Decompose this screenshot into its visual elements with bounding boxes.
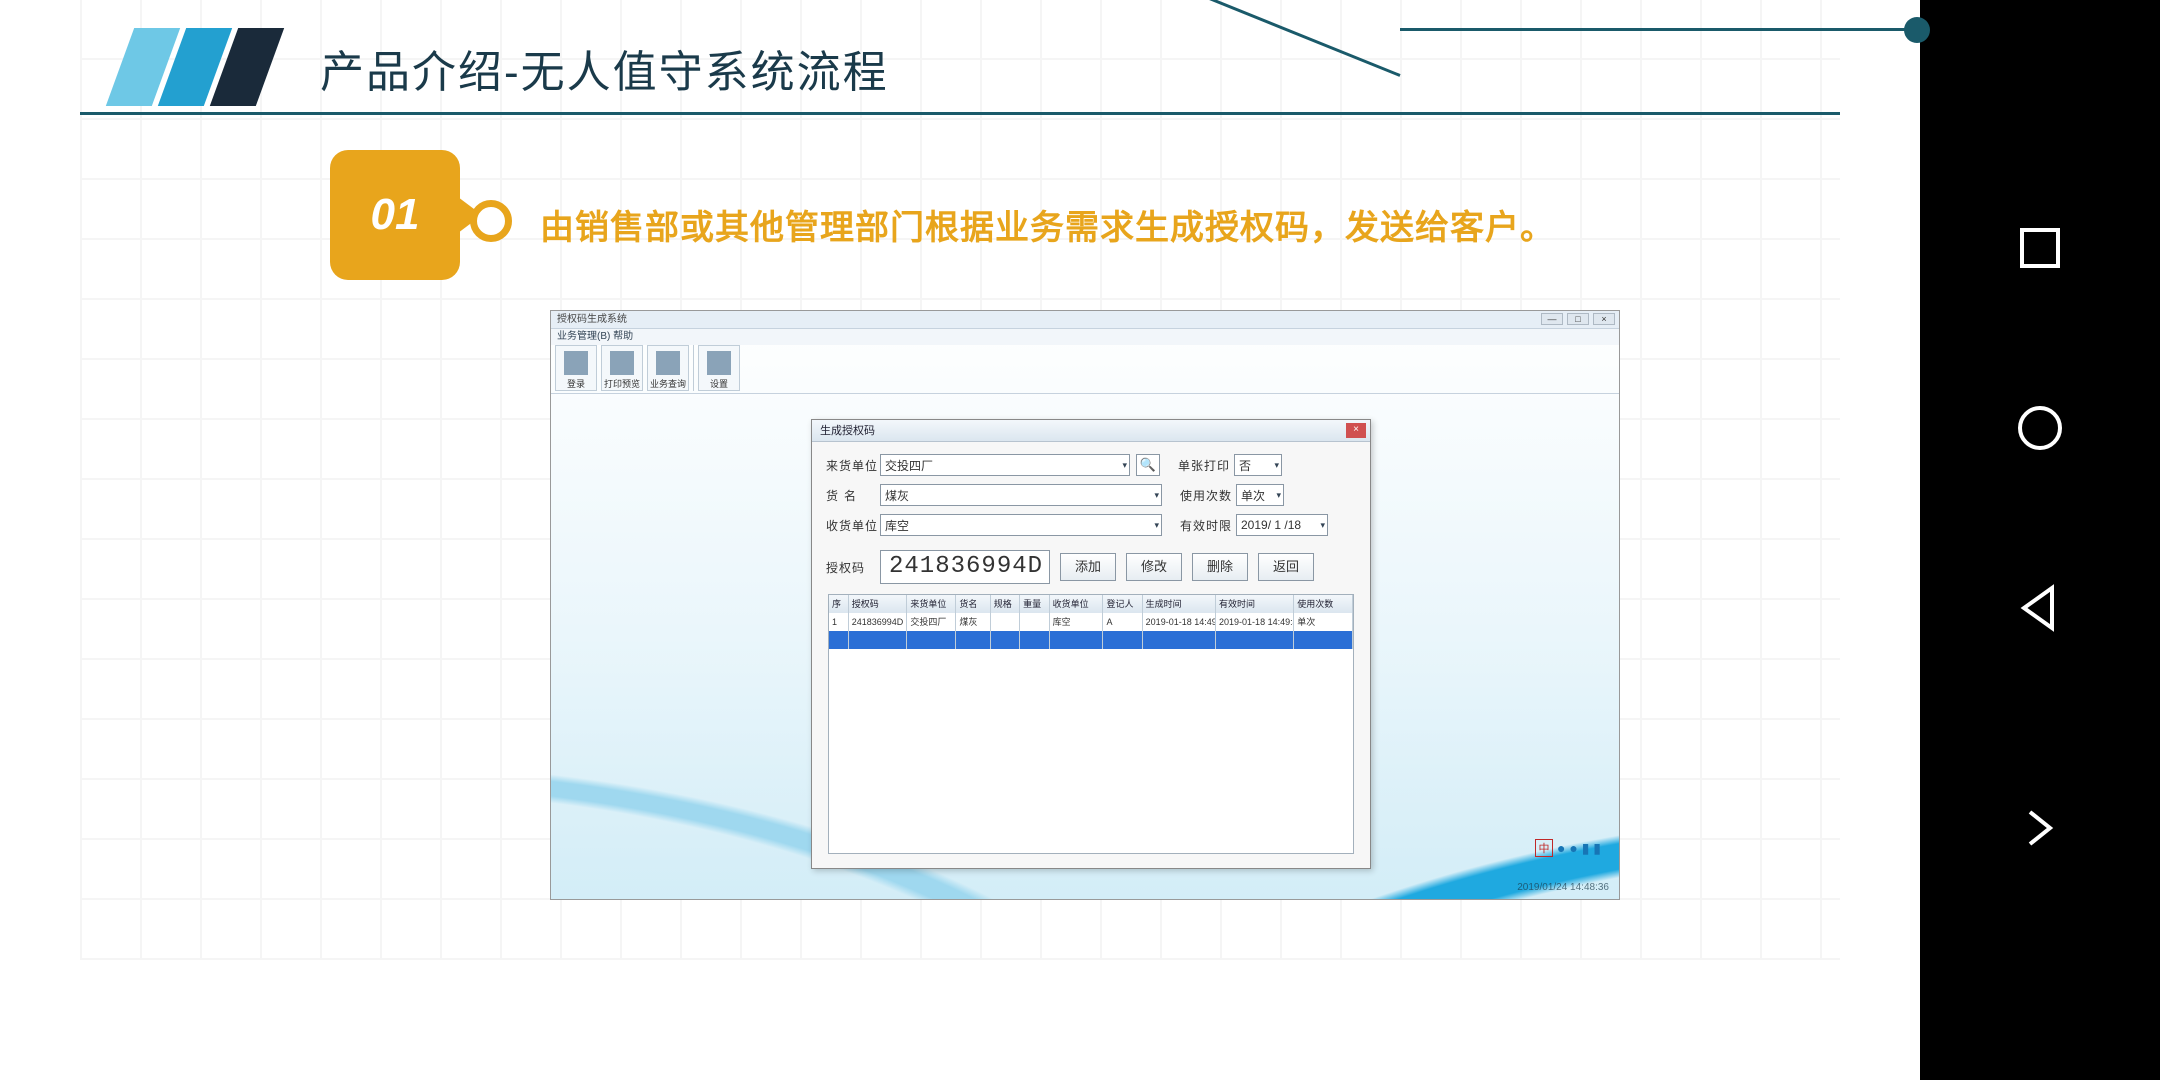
dialog-close-button[interactable]: × [1346,423,1366,438]
back-button[interactable] [2012,580,2068,641]
circle-icon [2012,400,2068,456]
dialog-title: 生成授权码 [820,425,875,437]
grid-header-cell: 来货单位 [907,595,956,613]
grid-header-cell: 规格 [991,595,1020,613]
chevron-down-icon: ▾ [1320,520,1325,531]
step-caption: 由销售部或其他管理部门根据业务需求生成授权码，发送给客户。 [540,200,1555,249]
toolbar: 登录 打印预览 业务查询 设置 [555,345,740,391]
step-badge: 01 [330,150,460,280]
table-icon [656,351,680,375]
dialog-form: 来货单位 交投四厂▾ 🔍 单张打印 否▾ 货名 煤灰▾ 使用次数 单次▾ 收货单… [812,442,1370,854]
grid-header-cell: 收货单位 [1050,595,1104,613]
overflow-button[interactable] [2012,800,2068,861]
chevron-down-icon: ▾ [1122,460,1127,471]
title-underline [80,112,1840,115]
valid-date-picker[interactable]: 2019/ 1 /18▾ [1236,514,1328,536]
search-icon: 🔍 [1140,457,1156,473]
label-auth-code: 授权码 [826,559,880,576]
step-ring-icon [470,200,512,242]
results-grid[interactable]: 序授权码来货单位货名规格重量收货单位登记人生成时间有效时间使用次数 124183… [828,594,1354,854]
dialog-titlebar: 生成授权码 × [812,420,1370,442]
label-applicant: 来货单位 [826,457,880,474]
chevron-down-icon: ▾ [1154,520,1159,531]
square-icon [2012,220,2068,276]
window-titlebar: 授权码生成系统 — □ × [551,311,1619,329]
chevron-down-icon: ▾ [1276,490,1281,501]
auth-code-dialog: 生成授权码 × 来货单位 交投四厂▾ 🔍 单张打印 否▾ 货名 煤灰▾ 使用次数 [811,419,1371,869]
android-nav-rail [1920,0,2160,1080]
grid-header-cell: 有效时间 [1216,595,1294,613]
grid-header-cell: 授权码 [849,595,908,613]
back-button[interactable]: 返回 [1258,553,1314,581]
slide: 产品介绍-无人值守系统流程 01 由销售部或其他管理部门根据业务需求生成授权码，… [80,0,1840,960]
chevron-down-icon: ▾ [1274,460,1279,471]
home-button[interactable] [2012,400,2068,461]
label-valid: 有效时限 [1180,517,1236,534]
table-row[interactable] [829,631,1353,649]
title-stripes-icon [106,28,284,106]
delete-button[interactable]: 删除 [1192,553,1248,581]
grid-header: 序授权码来货单位货名规格重量收货单位登记人生成时间有效时间使用次数 [829,595,1353,613]
toolbar-query-button[interactable]: 业务查询 [647,345,689,391]
grid-header-cell: 生成时间 [1143,595,1216,613]
brand-stamp: 中 ● ● ▮ ▮ [1535,839,1601,857]
slide-title: 产品介绍-无人值守系统流程 [320,36,889,100]
applicant-search-button[interactable]: 🔍 [1136,454,1160,476]
printer-icon [610,351,634,375]
label-print: 单张打印 [1178,457,1234,474]
label-goods: 货名 [826,487,880,504]
chevron-down-icon: ▾ [1154,490,1159,501]
step-number: 01 [371,190,420,240]
gear-icon [707,351,731,375]
label-receiver: 收货单位 [826,517,880,534]
grid-header-cell: 使用次数 [1294,595,1353,613]
grid-header-cell: 登记人 [1103,595,1142,613]
window-max-button[interactable]: □ [1567,313,1589,325]
grid-header-cell: 重量 [1020,595,1049,613]
window-title: 授权码生成系统 [557,314,627,325]
toolbar-print-button[interactable]: 打印预览 [601,345,643,391]
stamp-icon: 中 [1535,839,1553,857]
window-close-button[interactable]: × [1593,313,1615,325]
title-row: 产品介绍-无人值守系统流程 [80,28,1840,116]
goods-select[interactable]: 煤灰▾ [880,484,1162,506]
window-min-button[interactable]: — [1541,313,1563,325]
receiver-select[interactable]: 库空▾ [880,514,1162,536]
toolbar-settings-button[interactable]: 设置 [698,345,740,391]
slide-container: 产品介绍-无人值守系统流程 01 由销售部或其他管理部门根据业务需求生成授权码，… [0,0,1920,1080]
triangle-left-icon [2012,580,2068,636]
label-use-count: 使用次数 [1180,487,1236,504]
grid-header-cell: 货名 [956,595,990,613]
menu-bar[interactable]: 业务管理(B) 帮助 [551,329,1619,345]
print-select[interactable]: 否▾ [1234,454,1282,476]
edit-button[interactable]: 修改 [1126,553,1182,581]
screenshot-timestamp: 2019/01/24 14:48:36 [1517,882,1609,893]
recent-apps-button[interactable] [2012,220,2068,281]
grid-header-cell: 序 [829,595,849,613]
table-row[interactable]: 1241836994D交投四厂煤灰库空A2019-01-18 14:492019… [829,613,1353,631]
user-icon [564,351,588,375]
embedded-app-screenshot: 授权码生成系统 — □ × 业务管理(B) 帮助 登录 打印预览 业务查询 设置 [550,310,1620,900]
toolbar-login-button[interactable]: 登录 [555,345,597,391]
applicant-select[interactable]: 交投四厂▾ [880,454,1130,476]
chevron-right-icon [2012,800,2068,856]
add-button[interactable]: 添加 [1060,553,1116,581]
auth-code-field[interactable]: 241836994D [880,550,1050,584]
use-count-select[interactable]: 单次▾ [1236,484,1284,506]
